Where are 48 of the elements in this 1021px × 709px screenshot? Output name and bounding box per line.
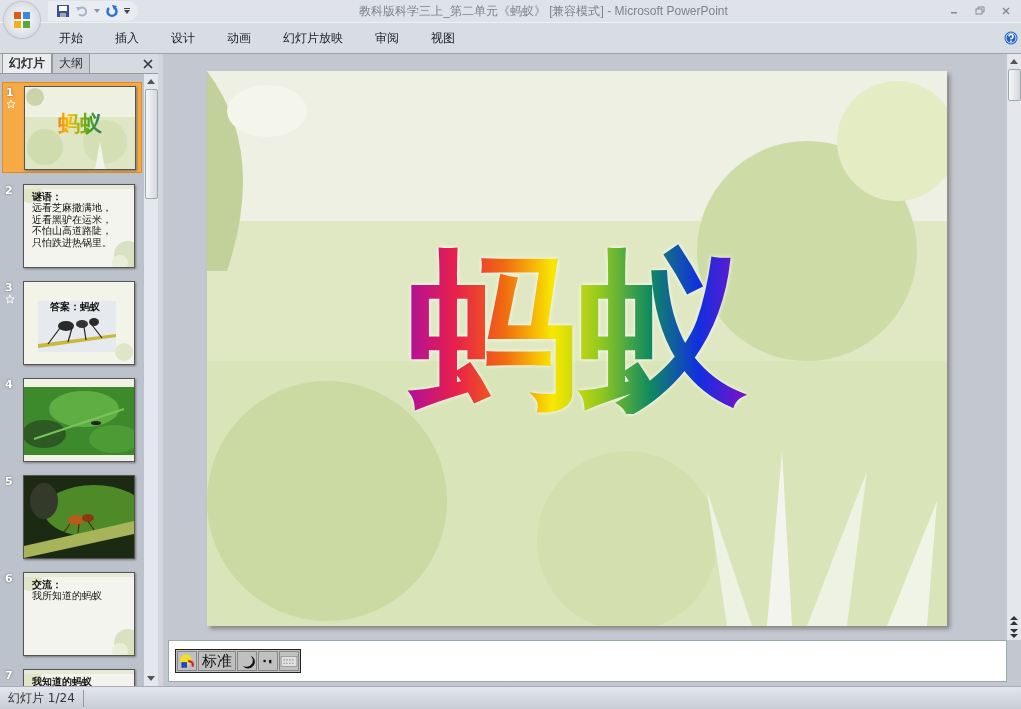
punctuation-icon[interactable] <box>258 651 278 671</box>
slide-text: 远看芝麻撒满地， <box>32 202 112 214</box>
panel-tab[interactable]: 大纲 <box>52 53 90 73</box>
scroll-thumb[interactable] <box>1007 69 1021 101</box>
ime-logo-icon[interactable] <box>177 651 197 671</box>
slide-number: 4 <box>5 378 14 391</box>
help-icon[interactable] <box>1004 31 1018 45</box>
slide-text: 谜语： <box>32 190 62 202</box>
ribbon-tab[interactable]: 开始 <box>46 29 96 47</box>
ime-mode-button[interactable]: 标准 <box>198 651 236 671</box>
notes-pane[interactable]: 标准 <box>168 640 1007 682</box>
save-icon[interactable] <box>56 4 70 18</box>
slide-counter: 幻灯片 1/24 <box>0 689 84 707</box>
slide-number: 6 <box>5 572 14 585</box>
window-title: 教科版科学三上_第二单元《蚂蚁》 [兼容模式] - Microsoft PowerPoint <box>358 2 729 20</box>
slide-text: 不怕山高道路陡， <box>32 225 112 237</box>
caret-icon[interactable] <box>94 8 100 14</box>
scroll-thumb[interactable] <box>144 89 158 199</box>
ribbon-tab[interactable]: 设计 <box>158 29 208 47</box>
slide-number: 1 <box>6 86 15 99</box>
scroll-up-icon[interactable] <box>1010 59 1018 64</box>
slide-text: 答案：蚂蚁 <box>50 299 100 314</box>
customize-caret-icon[interactable] <box>124 8 130 14</box>
slide-number: 2 <box>5 184 14 197</box>
slide-text: 我所知道的蚂蚁 <box>32 590 102 602</box>
redo-icon[interactable] <box>105 4 119 18</box>
slide-text: 只怕跌进热锅里。 <box>32 236 112 248</box>
keyboard-icon[interactable] <box>279 651 299 671</box>
slide-number: 3 <box>5 281 14 294</box>
ribbon-tab[interactable]: 动画 <box>214 29 264 47</box>
panel-tab[interactable]: 幻灯片 <box>2 53 52 73</box>
ribbon-tab[interactable]: 审阅 <box>362 29 412 47</box>
slide-number: 7 <box>5 669 14 682</box>
ribbon-tab[interactable]: 插入 <box>102 29 152 47</box>
slide-text: 我知道的蚂蚁 <box>32 675 92 686</box>
ribbon-tab[interactable]: 视图 <box>418 29 468 47</box>
previous-slide-icon[interactable] <box>1010 616 1018 625</box>
scroll-down-icon[interactable] <box>147 676 155 681</box>
ribbon-tab[interactable]: 幻灯片放映 <box>270 29 356 47</box>
office-button[interactable] <box>4 2 40 38</box>
logo <box>12 10 32 30</box>
slide-number: 5 <box>5 475 14 488</box>
next-slide-icon[interactable] <box>1010 629 1018 638</box>
slide-text: 近看黑驴在运米， <box>32 213 112 225</box>
scroll-up-icon[interactable] <box>147 79 155 84</box>
moon-icon[interactable] <box>237 651 257 671</box>
slide-text: 交流： <box>32 578 62 590</box>
close-icon[interactable] <box>143 59 153 69</box>
